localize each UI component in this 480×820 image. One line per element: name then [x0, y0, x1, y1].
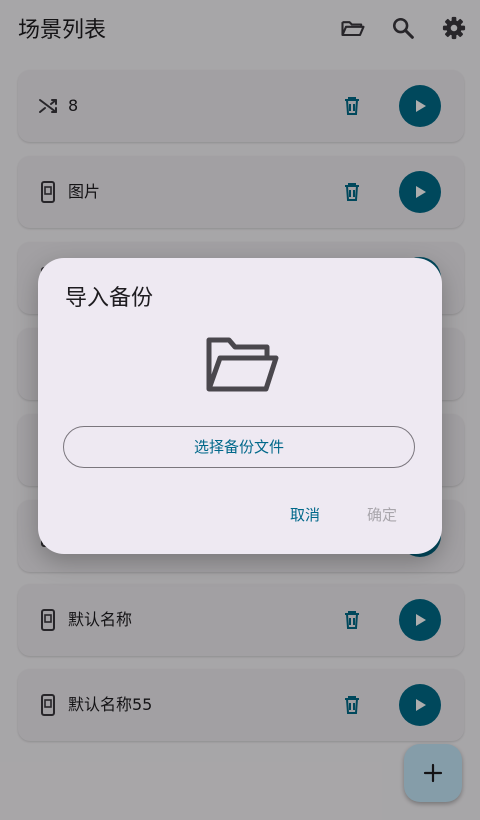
import-backup-dialog: 导入备份 选择备份文件 取消 确定 [38, 258, 442, 554]
select-backup-file-button[interactable]: 选择备份文件 [63, 426, 415, 468]
dialog-title: 导入备份 [65, 286, 154, 311]
cancel-button[interactable]: 取消 [290, 504, 320, 525]
folder-open-icon [204, 334, 280, 398]
confirm-button[interactable]: 确定 [367, 504, 397, 525]
